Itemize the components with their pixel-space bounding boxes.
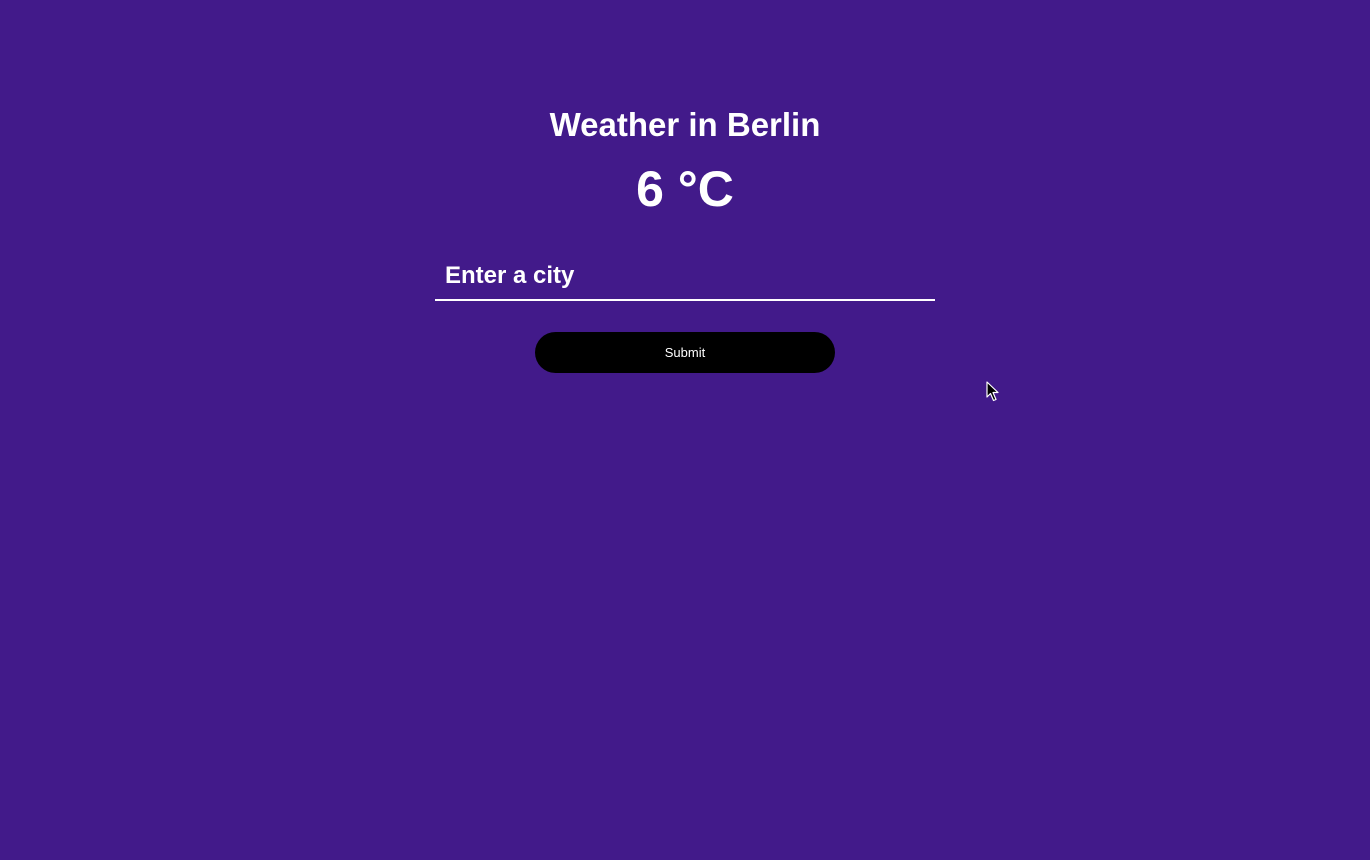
city-input[interactable] (435, 252, 935, 301)
temperature-readout: 6 °C (636, 161, 734, 217)
submit-button[interactable]: Submit (535, 332, 835, 373)
mouse-pointer-icon (986, 381, 999, 402)
page-title: Weather in Berlin (549, 106, 821, 143)
weather-page: Weather in Berlin 6 °C Submit (0, 0, 1370, 860)
